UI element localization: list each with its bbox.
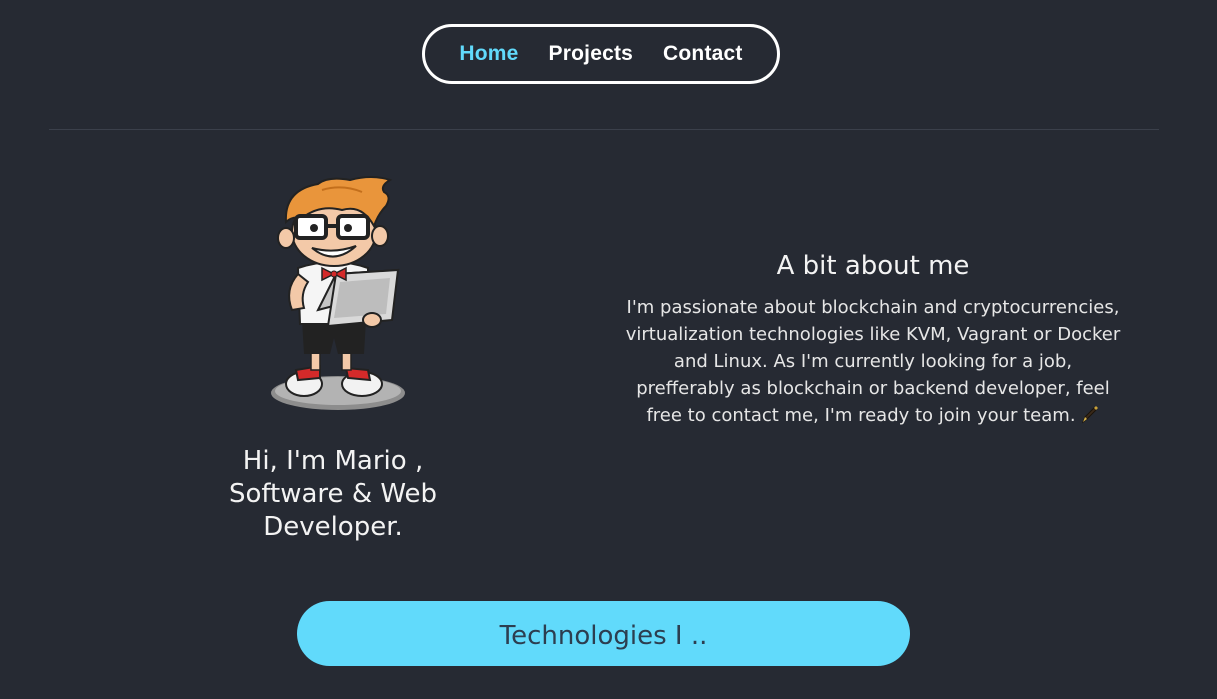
nav-home-link[interactable]: Home — [459, 42, 518, 66]
greeting-line-3: Developer. — [263, 512, 403, 542]
about-title: A bit about me — [776, 251, 970, 281]
nav-projects-link[interactable]: Projects — [549, 42, 633, 66]
greeting-line-2: Software & Web — [228, 479, 438, 509]
greeting-heading: Hi, I'm Mario , Software & Web Developer… — [193, 445, 473, 544]
developer-avatar-icon — [271, 176, 405, 410]
header-divider — [49, 129, 1159, 130]
main-nav: Home Projects Contact — [422, 24, 780, 84]
nav-contact-link[interactable]: Contact — [663, 42, 743, 66]
technologies-button[interactable]: Technologies I .. — [297, 601, 910, 666]
about-paragraph: I'm passionate about blockchain and cryp… — [623, 294, 1123, 429]
about-text: I'm passionate about blockchain and cryp… — [625, 297, 1121, 426]
fountain-pen-icon — [1081, 406, 1098, 424]
greeting-line-1: Hi, I'm Mario , — [242, 446, 424, 476]
